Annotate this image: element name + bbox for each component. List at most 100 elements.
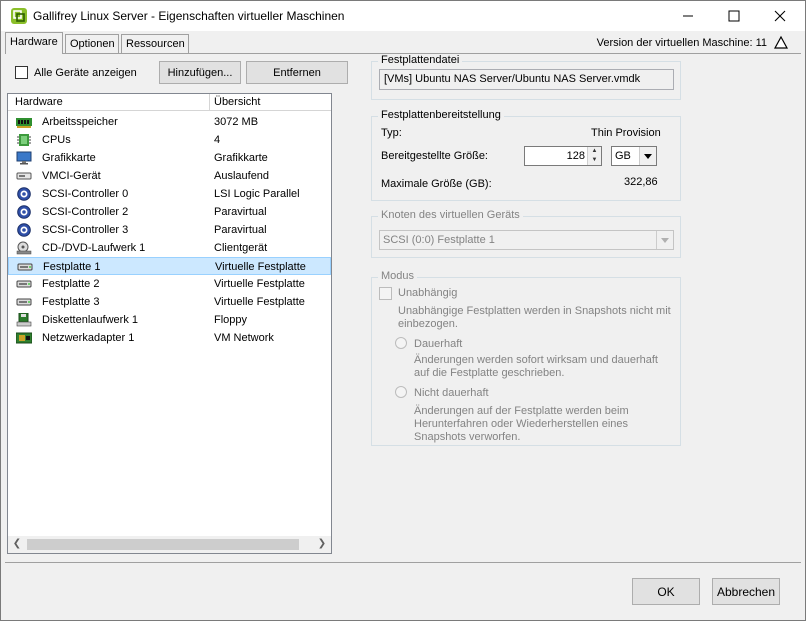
provisioned-size-label: Bereitgestellte Größe: bbox=[381, 150, 488, 162]
hardware-row-cpus[interactable]: CPUs 4 bbox=[8, 131, 331, 149]
hardware-name: Diskettenlaufwerk 1 bbox=[42, 314, 138, 326]
hardware-row-scsi-2[interactable]: SCSI-Controller 2 Paravirtual bbox=[8, 203, 331, 221]
hardware-row-memory[interactable]: Arbeitsspeicher 3072 MB bbox=[8, 113, 331, 131]
persistent-description: Änderungen werden sofort wirksam und dau… bbox=[414, 354, 658, 379]
persistent-radio[interactable] bbox=[395, 337, 407, 349]
scrollbar-thumb[interactable] bbox=[27, 539, 299, 550]
virtual-device-node-select[interactable]: SCSI (0:0) Festplatte 1 bbox=[379, 230, 674, 250]
hardware-value: LSI Logic Parallel bbox=[214, 188, 300, 200]
column-header-hardware[interactable]: Hardware bbox=[15, 96, 63, 108]
disk-provisioning-group: Festplattenbereitstellung Typ: Thin Prov… bbox=[371, 109, 681, 201]
hardware-value: Auslaufend bbox=[214, 170, 270, 182]
tab-ressourcen[interactable]: Ressourcen bbox=[121, 34, 189, 53]
hardware-name: Grafikkarte bbox=[42, 152, 96, 164]
help-icon[interactable] bbox=[773, 35, 789, 51]
nonpersistent-description: Änderungen auf der Festplatte werden bei… bbox=[414, 405, 629, 443]
hardware-row-disk-3[interactable]: Festplatte 3 Virtuelle Festplatte bbox=[8, 293, 331, 311]
size-spinner[interactable]: ▲ ▼ bbox=[587, 147, 601, 165]
ok-button[interactable]: OK bbox=[632, 578, 700, 605]
add-hardware-button[interactable]: Hinzufügen... bbox=[159, 61, 241, 84]
maximize-button[interactable] bbox=[711, 1, 757, 31]
size-unit-select[interactable]: GB bbox=[611, 146, 657, 166]
max-size-value: 322,86 bbox=[624, 176, 658, 188]
minimize-button[interactable] bbox=[665, 1, 711, 31]
hardware-name: Arbeitsspeicher bbox=[42, 116, 118, 128]
cpu-icon bbox=[17, 134, 31, 146]
hardware-row-cd-dvd[interactable]: CD-/DVD-Laufwerk 1 Clientgerät bbox=[8, 239, 331, 257]
hardware-name: SCSI-Controller 0 bbox=[42, 188, 129, 200]
hardware-name: Festplatte 1 bbox=[43, 261, 101, 273]
hardware-name: CPUs bbox=[42, 134, 71, 146]
hardware-name: Netzwerkadapter 1 bbox=[42, 332, 135, 344]
disk-file-path-field[interactable]: [VMs] Ubuntu NAS Server/Ubuntu NAS Serve… bbox=[379, 69, 674, 90]
virtual-device-node-legend: Knoten des virtuellen Geräts bbox=[378, 209, 523, 221]
virtual-device-node-group: Knoten des virtuellen Geräts SCSI (0:0) … bbox=[371, 209, 681, 258]
disk-file-legend: Festplattendatei bbox=[378, 54, 463, 66]
title-bar: Gallifrey Linux Server - Eigenschaften v… bbox=[1, 1, 805, 31]
show-all-devices-checkbox[interactable] bbox=[15, 66, 28, 79]
type-value: Thin Provision bbox=[591, 127, 661, 139]
show-all-devices-label: Alle Geräte anzeigen bbox=[34, 67, 137, 79]
spin-up-icon[interactable]: ▲ bbox=[588, 147, 601, 156]
hardware-value: VM Network bbox=[214, 332, 274, 344]
vm-properties-dialog: Gallifrey Linux Server - Eigenschaften v… bbox=[0, 0, 806, 621]
nonpersistent-label: Nicht dauerhaft bbox=[414, 387, 489, 399]
horizontal-scrollbar[interactable]: ❮ ❯ bbox=[8, 536, 331, 553]
nonpersistent-radio[interactable] bbox=[395, 386, 407, 398]
independent-description: Unabhängige Festplatten werden in Snapsh… bbox=[398, 305, 671, 330]
hardware-row-graphics[interactable]: Grafikkarte Grafikkarte bbox=[8, 149, 331, 167]
independent-checkbox[interactable] bbox=[379, 287, 392, 300]
scroll-left-icon[interactable]: ❮ bbox=[11, 538, 23, 550]
minimize-icon bbox=[683, 15, 693, 17]
size-unit-value: GB bbox=[615, 150, 631, 162]
spin-down-icon[interactable]: ▼ bbox=[588, 156, 601, 165]
hard-disk-icon bbox=[17, 263, 33, 271]
hardware-value: Grafikkarte bbox=[214, 152, 268, 164]
network-adapter-icon bbox=[16, 332, 32, 344]
hardware-value: 3072 MB bbox=[214, 116, 259, 128]
vsphere-app-icon bbox=[11, 8, 27, 24]
hardware-row-floppy[interactable]: Diskettenlaufwerk 1 Floppy bbox=[8, 311, 331, 329]
disk-provisioning-legend: Festplattenbereitstellung bbox=[378, 109, 504, 121]
cancel-button[interactable]: Abbrechen bbox=[712, 578, 780, 605]
hardware-value: Virtuelle Festplatte bbox=[215, 261, 306, 273]
hardware-value: 4 bbox=[214, 134, 221, 146]
disk-file-group: Festplattendatei [VMs] Ubuntu NAS Server… bbox=[371, 54, 681, 100]
close-icon bbox=[774, 10, 786, 22]
column-separator[interactable] bbox=[209, 94, 210, 111]
hardware-row-scsi-3[interactable]: SCSI-Controller 3 Paravirtual bbox=[8, 221, 331, 239]
max-size-label: Maximale Größe (GB): bbox=[381, 178, 492, 190]
hardware-name: VMCI-Gerät bbox=[42, 170, 101, 182]
remove-hardware-button[interactable]: Entfernen bbox=[246, 61, 348, 84]
hardware-value: Floppy bbox=[214, 314, 248, 326]
dropdown-arrow-icon[interactable] bbox=[656, 231, 673, 249]
tab-optionen[interactable]: Optionen bbox=[65, 34, 119, 53]
monitor-icon bbox=[16, 151, 32, 165]
maximize-icon bbox=[728, 10, 740, 22]
hardware-list[interactable]: Hardware Übersicht Arbeitsspeicher 3072 … bbox=[7, 93, 332, 554]
mode-group: Modus Unabhängig Unabhängige Festplatten… bbox=[371, 270, 681, 446]
hardware-row-disk-2[interactable]: Festplatte 2 Virtuelle Festplatte bbox=[8, 275, 331, 293]
tab-hardware[interactable]: Hardware bbox=[5, 32, 63, 54]
scsi-controller-icon bbox=[17, 187, 31, 201]
hardware-value: Clientgerät bbox=[214, 242, 268, 254]
hardware-value: Virtuelle Festplatte bbox=[214, 278, 305, 290]
hardware-name: SCSI-Controller 2 bbox=[42, 206, 129, 218]
hardware-row-disk-1[interactable]: Festplatte 1 Virtuelle Festplatte bbox=[8, 257, 331, 275]
dropdown-arrow-icon[interactable] bbox=[639, 147, 656, 165]
vmci-device-icon bbox=[16, 172, 32, 180]
persistent-label: Dauerhaft bbox=[414, 338, 463, 350]
scsi-controller-icon bbox=[17, 223, 31, 237]
hardware-value: Paravirtual bbox=[214, 224, 267, 236]
hardware-row-vmci[interactable]: VMCI-Gerät Auslaufend bbox=[8, 167, 331, 185]
memory-icon bbox=[16, 118, 32, 128]
hard-disk-icon bbox=[16, 298, 32, 306]
column-header-overview[interactable]: Übersicht bbox=[214, 96, 260, 108]
hardware-row-network[interactable]: Netzwerkadapter 1 VM Network bbox=[8, 329, 331, 347]
window-title: Gallifrey Linux Server - Eigenschaften v… bbox=[33, 9, 345, 23]
hardware-row-scsi-0[interactable]: SCSI-Controller 0 LSI Logic Parallel bbox=[8, 185, 331, 203]
independent-label: Unabhängig bbox=[398, 287, 458, 299]
close-button[interactable] bbox=[757, 1, 803, 31]
hardware-value: Paravirtual bbox=[214, 206, 267, 218]
scroll-right-icon[interactable]: ❯ bbox=[316, 538, 328, 550]
